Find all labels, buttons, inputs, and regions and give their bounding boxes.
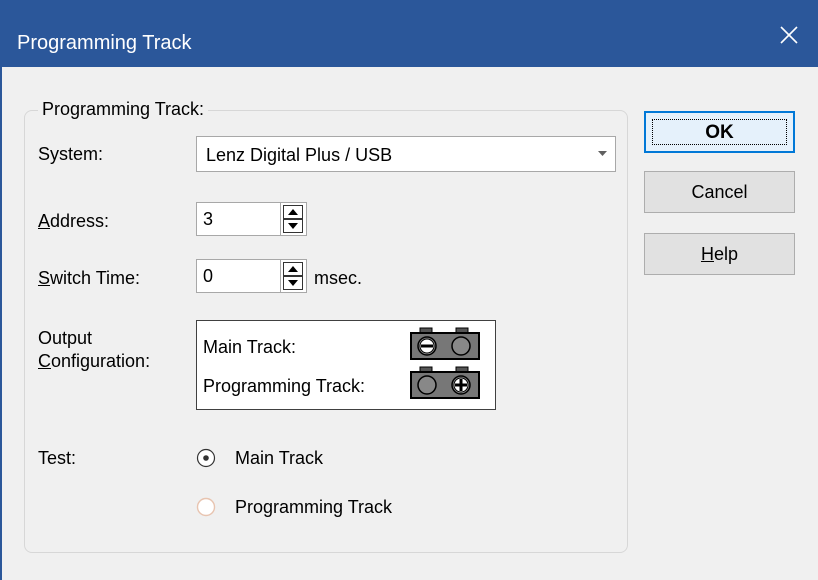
- address-increment-button[interactable]: [283, 205, 303, 219]
- switch-time-decrement-button[interactable]: [283, 276, 303, 290]
- switch-time-label-rest: witch Time:: [50, 268, 141, 288]
- arrow-down-icon: [288, 280, 298, 286]
- radio-programming-track-label[interactable]: Programming Track: [235, 495, 392, 519]
- cancel-button-label: Cancel: [691, 182, 748, 202]
- address-label: Address:: [38, 209, 109, 233]
- title-bar[interactable]: Programming Track: [0, 0, 818, 67]
- radio-selected-icon: [196, 448, 216, 468]
- address-value: 3: [203, 209, 214, 229]
- output-accesskey: C: [38, 351, 51, 371]
- switch-time-label: Switch Time:: [38, 266, 140, 290]
- cancel-button[interactable]: Cancel: [644, 171, 795, 213]
- switch-time-spinbox[interactable]: 0: [196, 259, 307, 293]
- chevron-down-icon: [598, 151, 607, 156]
- arrow-up-icon: [288, 209, 298, 215]
- switch-time-value: 0: [203, 266, 214, 286]
- main-track-terminals-icon: [410, 327, 480, 360]
- address-spin-buttons: [280, 203, 306, 235]
- system-label: System:: [38, 144, 104, 164]
- output-configuration-panel: Main Track: Programming Track:: [196, 320, 496, 410]
- switch-time-increment-button[interactable]: [283, 262, 303, 276]
- focus-rectangle: [652, 119, 787, 145]
- arrow-down-icon: [288, 223, 298, 229]
- switch-time-spin-buttons: [280, 260, 306, 292]
- radio-main-track-label[interactable]: Main Track: [235, 446, 323, 470]
- window-title: Programming Track: [17, 32, 192, 54]
- help-accesskey: H: [700, 244, 714, 264]
- close-icon: [780, 26, 798, 44]
- radio-unselected-icon: [196, 497, 216, 517]
- switch-time-unit: msec.: [314, 268, 363, 288]
- main-track-output-label: Main Track:: [203, 337, 297, 357]
- address-label-rest: ddress:: [50, 211, 110, 231]
- help-button-label-rest: elp: [713, 244, 739, 264]
- output-label-line2: Configuration:: [38, 349, 150, 373]
- switch-time-accesskey: S: [38, 268, 51, 288]
- programming-track-terminals-icon: [410, 366, 480, 399]
- output-label-rest: onfiguration:: [51, 351, 151, 371]
- system-value: Lenz Digital Plus / USB: [206, 145, 393, 165]
- radio-programming-track[interactable]: [196, 497, 216, 517]
- address-accesskey: A: [38, 211, 51, 231]
- address-spinbox[interactable]: 3: [196, 202, 307, 236]
- combo-dropdown-button[interactable]: [589, 137, 615, 171]
- ok-button[interactable]: OK: [644, 111, 795, 153]
- programming-track-output-label: Programming Track:: [203, 376, 366, 396]
- window-border: [0, 67, 2, 580]
- help-button[interactable]: Help: [644, 233, 795, 275]
- arrow-up-icon: [288, 266, 298, 272]
- groupbox-label: Programming Track:: [38, 97, 209, 121]
- system-combobox[interactable]: Lenz Digital Plus / USB: [196, 136, 616, 172]
- dialog-window: Programming Track Programming Track: Sys…: [0, 0, 818, 580]
- radio-main-track[interactable]: [196, 448, 216, 468]
- test-label: Test:: [38, 448, 77, 468]
- close-button[interactable]: [760, 0, 818, 67]
- address-decrement-button[interactable]: [283, 219, 303, 233]
- output-label-line1: Output: [38, 328, 93, 348]
